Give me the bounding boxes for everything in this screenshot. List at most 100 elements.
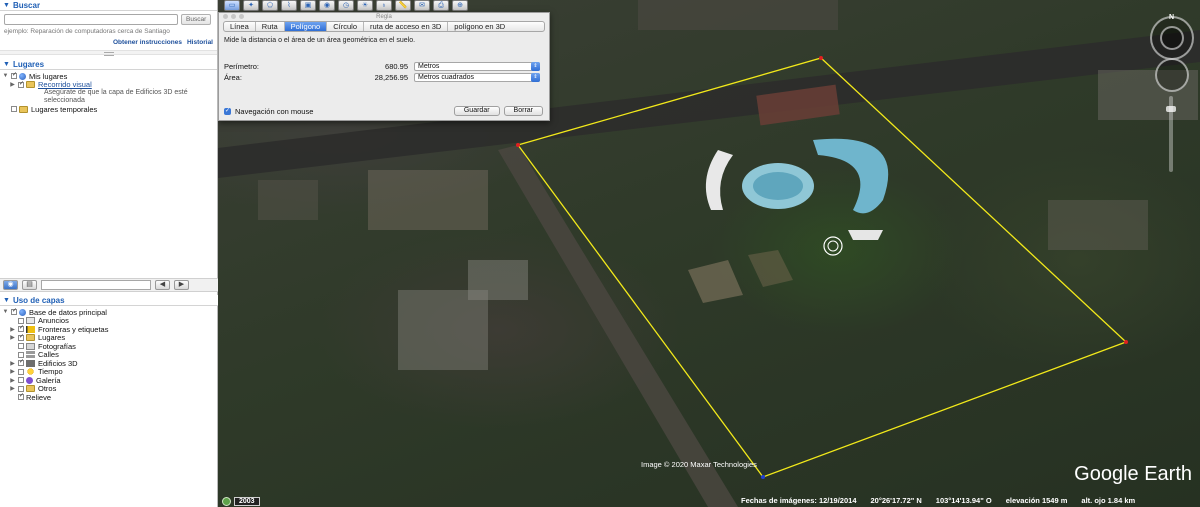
historical-imagery-button[interactable]: ◷ bbox=[338, 0, 354, 11]
tree-item-temp-places[interactable]: Lugares temporales bbox=[2, 105, 215, 114]
expand-arrow-icon[interactable]: ▼ bbox=[2, 73, 9, 79]
print-button[interactable]: ⎙ bbox=[433, 0, 449, 11]
close-window-icon[interactable] bbox=[223, 14, 228, 19]
map-view[interactable]: ▭ ✦ ⬠ ⌇ ▣ ◉ ◷ ☀ ♁ 📏 ✉ ⎙ ⊕ Regla Línea Ru… bbox=[218, 0, 1200, 507]
collapse-triangle-icon[interactable]: ▼ bbox=[3, 295, 10, 306]
layer-item[interactable]: ▶Fronteras y etiquetas bbox=[2, 324, 216, 334]
tab-line[interactable]: Línea bbox=[224, 22, 256, 31]
directions-link[interactable]: Obtener instrucciones bbox=[113, 39, 182, 46]
area-row: Área: 28,256.95 Metros cuadrados ⇕ bbox=[224, 73, 540, 82]
checkbox[interactable] bbox=[18, 377, 24, 384]
previous-button[interactable]: ◀ bbox=[155, 280, 170, 290]
layer-item[interactable]: ▶ Galería bbox=[2, 376, 216, 385]
road-icon bbox=[26, 351, 35, 359]
search-button[interactable]: Buscar bbox=[181, 14, 212, 25]
tab-3d-polygon[interactable]: polígono en 3D bbox=[448, 22, 511, 31]
perimeter-unit-select[interactable]: Metros ⇕ bbox=[414, 62, 540, 71]
polygon-tool-button[interactable]: ⬠ bbox=[262, 0, 278, 11]
flag-icon bbox=[26, 325, 35, 333]
ruler-title: Regla bbox=[376, 14, 392, 20]
path-tool-button[interactable]: ⌇ bbox=[281, 0, 297, 11]
layers-panel-header[interactable]: ▼ Uso de capas bbox=[0, 295, 218, 306]
checkbox[interactable] bbox=[18, 351, 24, 358]
area-unit-select[interactable]: Metros cuadrados ⇕ bbox=[414, 73, 540, 82]
search-input[interactable] bbox=[4, 14, 178, 25]
save-button[interactable]: Guardar bbox=[453, 106, 500, 116]
expand-arrow-icon[interactable]: ▶ bbox=[9, 334, 16, 341]
clear-button[interactable]: Borrar bbox=[503, 106, 543, 116]
checkbox[interactable] bbox=[18, 317, 24, 324]
tab-path[interactable]: Ruta bbox=[256, 22, 285, 31]
next-button[interactable]: ▶ bbox=[174, 280, 189, 290]
search-hint: ejemplo: Reparación de computadoras cerc… bbox=[4, 28, 170, 35]
google-maps-button[interactable]: ⊕ bbox=[452, 0, 468, 11]
planets-button[interactable]: ♁ bbox=[376, 0, 392, 11]
envelope-icon bbox=[26, 317, 35, 325]
sidebar-toggle-button[interactable]: ▭ bbox=[224, 0, 240, 11]
checkbox[interactable] bbox=[11, 307, 17, 316]
checkbox[interactable] bbox=[11, 106, 17, 113]
checkbox[interactable] bbox=[18, 343, 24, 350]
historical-imagery-chip[interactable]: 2003 bbox=[222, 497, 260, 506]
tree-item-primary-db[interactable]: ▼ Base de datos principal bbox=[2, 307, 216, 317]
ruler-titlebar[interactable]: Regla bbox=[219, 13, 549, 21]
checkbox[interactable] bbox=[18, 324, 24, 333]
perimeter-row: Perímetro: 680.95 Metros ⇕ bbox=[224, 62, 540, 71]
search-panel-header[interactable]: ▼ Buscar bbox=[0, 0, 217, 11]
tour-link[interactable]: Recorrido visual bbox=[38, 80, 92, 89]
area-unit-value: Metros cuadrados bbox=[418, 74, 475, 81]
checkbox[interactable] bbox=[18, 368, 24, 375]
zoom-window-icon[interactable] bbox=[239, 14, 244, 19]
checkbox[interactable] bbox=[18, 358, 24, 367]
tree-item-tour[interactable]: ▶ Recorrido visual bbox=[2, 80, 215, 90]
expand-arrow-icon[interactable]: ▶ bbox=[9, 368, 16, 375]
layer-item[interactable]: Calles bbox=[2, 350, 216, 359]
look-joystick[interactable] bbox=[1160, 26, 1184, 50]
layer-item[interactable]: ▶Lugares bbox=[2, 333, 216, 343]
panel-toggle-button[interactable]: ▤ bbox=[22, 280, 37, 290]
overlay-tool-button[interactable]: ▣ bbox=[300, 0, 316, 11]
ruler-button[interactable]: 📏 bbox=[395, 0, 411, 11]
checkbox[interactable] bbox=[18, 385, 24, 392]
tour-record-button[interactable]: ◉ bbox=[319, 0, 335, 11]
expand-arrow-icon[interactable]: ▶ bbox=[9, 326, 16, 333]
checkbox[interactable] bbox=[18, 80, 24, 88]
zoom-slider-knob[interactable] bbox=[1166, 106, 1176, 112]
tree-item-my-places[interactable]: ▼ Mis lugares bbox=[2, 71, 215, 81]
layers-tree: ▼ Base de datos principal Anuncios▶Front… bbox=[0, 306, 218, 404]
panel-resize-handle[interactable] bbox=[0, 50, 217, 56]
tab-polygon[interactable]: Polígono bbox=[284, 22, 328, 31]
expand-arrow-icon[interactable]: ▶ bbox=[9, 377, 16, 384]
expand-arrow-icon[interactable]: ▶ bbox=[9, 81, 16, 88]
expand-arrow-icon[interactable]: ▶ bbox=[9, 385, 16, 392]
checkbox[interactable] bbox=[11, 71, 17, 80]
layer-item[interactable]: Fotografías bbox=[2, 342, 216, 351]
mouse-navigation-checkbox[interactable]: ✓ bbox=[224, 107, 231, 115]
collapse-triangle-icon[interactable]: ▼ bbox=[3, 0, 10, 11]
collapse-triangle-icon[interactable]: ▼ bbox=[3, 59, 10, 70]
search-places-button[interactable]: ◉ bbox=[3, 280, 18, 290]
places-panel-header[interactable]: ▼ Lugares bbox=[0, 59, 217, 70]
building-icon bbox=[26, 359, 35, 367]
expand-arrow-icon[interactable]: ▶ bbox=[9, 360, 16, 367]
layer-item[interactable]: ▶ Otros bbox=[2, 384, 216, 393]
minimize-window-icon[interactable] bbox=[231, 14, 236, 19]
tab-circle[interactable]: Círculo bbox=[327, 22, 364, 31]
checkbox[interactable] bbox=[18, 392, 24, 401]
expand-arrow-icon[interactable]: ▼ bbox=[2, 309, 9, 315]
layer-item[interactable]: ▶Edificios 3D bbox=[2, 358, 216, 368]
imagery-year: 2003 bbox=[234, 497, 260, 506]
placemark-button[interactable]: ✦ bbox=[243, 0, 259, 11]
places-filter-input[interactable] bbox=[41, 280, 151, 290]
checkbox[interactable] bbox=[18, 333, 24, 341]
sun-button[interactable]: ☀ bbox=[357, 0, 373, 11]
tree-item-relief[interactable]: Relieve bbox=[2, 392, 216, 402]
tab-3d-path[interactable]: ruta de acceso en 3D bbox=[364, 22, 449, 31]
email-button[interactable]: ✉ bbox=[414, 0, 430, 11]
status-bar: 2003 Fechas de imágenes: 12/19/2014 20°2… bbox=[218, 495, 1200, 507]
move-joystick[interactable] bbox=[1155, 58, 1189, 92]
layer-item[interactable]: ▶ Tiempo bbox=[2, 367, 216, 376]
layer-item[interactable]: Anuncios bbox=[2, 316, 216, 325]
globe-icon bbox=[19, 72, 26, 80]
history-link[interactable]: Historial bbox=[187, 39, 213, 46]
